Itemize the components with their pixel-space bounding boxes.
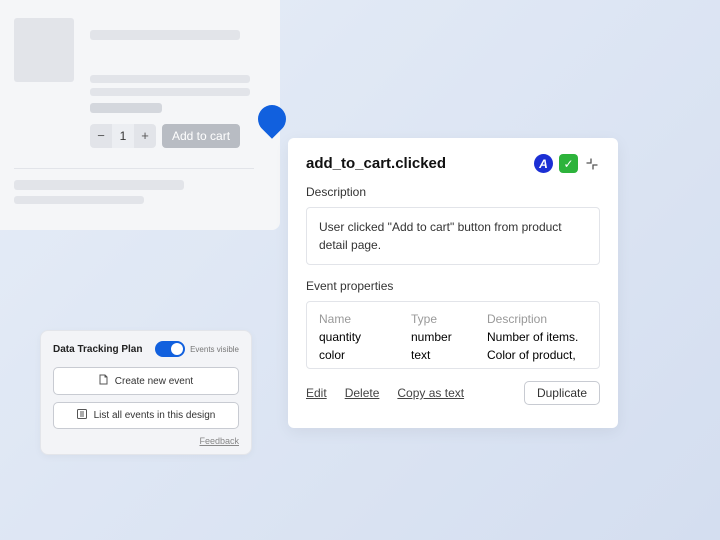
edit-link[interactable]: Edit [306, 386, 327, 400]
create-event-label: Create new event [115, 376, 193, 387]
copy-link[interactable]: Copy as text [397, 386, 464, 400]
list-events-button[interactable]: List all events in this design [53, 402, 239, 429]
col-name: Name [319, 312, 411, 326]
toggle-label: Events visible [190, 345, 239, 354]
product-mock-card: − 1 + Add to cart [0, 0, 280, 230]
qty-value: 1 [112, 124, 134, 148]
col-type: Type [411, 312, 487, 326]
skeleton-divider [14, 168, 254, 169]
events-visible-toggle[interactable] [155, 341, 185, 357]
plan-title: Data Tracking Plan [53, 344, 142, 355]
qty-plus-button[interactable]: + [134, 124, 156, 148]
duplicate-button[interactable]: Duplicate [524, 381, 600, 405]
event-detail-panel: add_to_cart.clicked A ✓ Description User… [288, 138, 618, 428]
skeleton-line [14, 180, 184, 190]
delete-link[interactable]: Delete [345, 386, 380, 400]
list-icon [77, 409, 87, 422]
file-icon [99, 374, 108, 388]
skeleton-line [90, 88, 250, 96]
skeleton-line [90, 75, 250, 83]
list-events-label: List all events in this design [94, 410, 216, 421]
description-label: Description [306, 185, 600, 199]
description-text[interactable]: User clicked "Add to cart" button from p… [306, 207, 600, 265]
skeleton-line [14, 196, 144, 204]
add-to-cart-button[interactable]: Add to cart [162, 124, 240, 148]
skeleton-line [90, 30, 240, 40]
tracking-plan-widget: Data Tracking Plan Events visible Create… [40, 330, 252, 455]
collapse-icon[interactable] [584, 156, 600, 172]
table-row[interactable]: quantity number Number of items. [319, 328, 587, 346]
qty-minus-button[interactable]: − [90, 124, 112, 148]
table-row[interactable]: color text Color of product, [319, 346, 587, 364]
feedback-link[interactable]: Feedback [53, 436, 239, 446]
col-desc: Description [487, 312, 587, 326]
create-event-button[interactable]: Create new event [53, 367, 239, 395]
quantity-stepper[interactable]: − 1 + [90, 124, 156, 148]
properties-label: Event properties [306, 279, 600, 293]
verified-icon[interactable]: ✓ [559, 154, 578, 173]
skeleton-thumb [14, 18, 74, 82]
skeleton-line [90, 103, 162, 113]
properties-table: Name Type Description quantity number Nu… [306, 301, 600, 369]
amplitude-icon[interactable]: A [534, 154, 553, 173]
event-name: add_to_cart.clicked [306, 155, 446, 172]
